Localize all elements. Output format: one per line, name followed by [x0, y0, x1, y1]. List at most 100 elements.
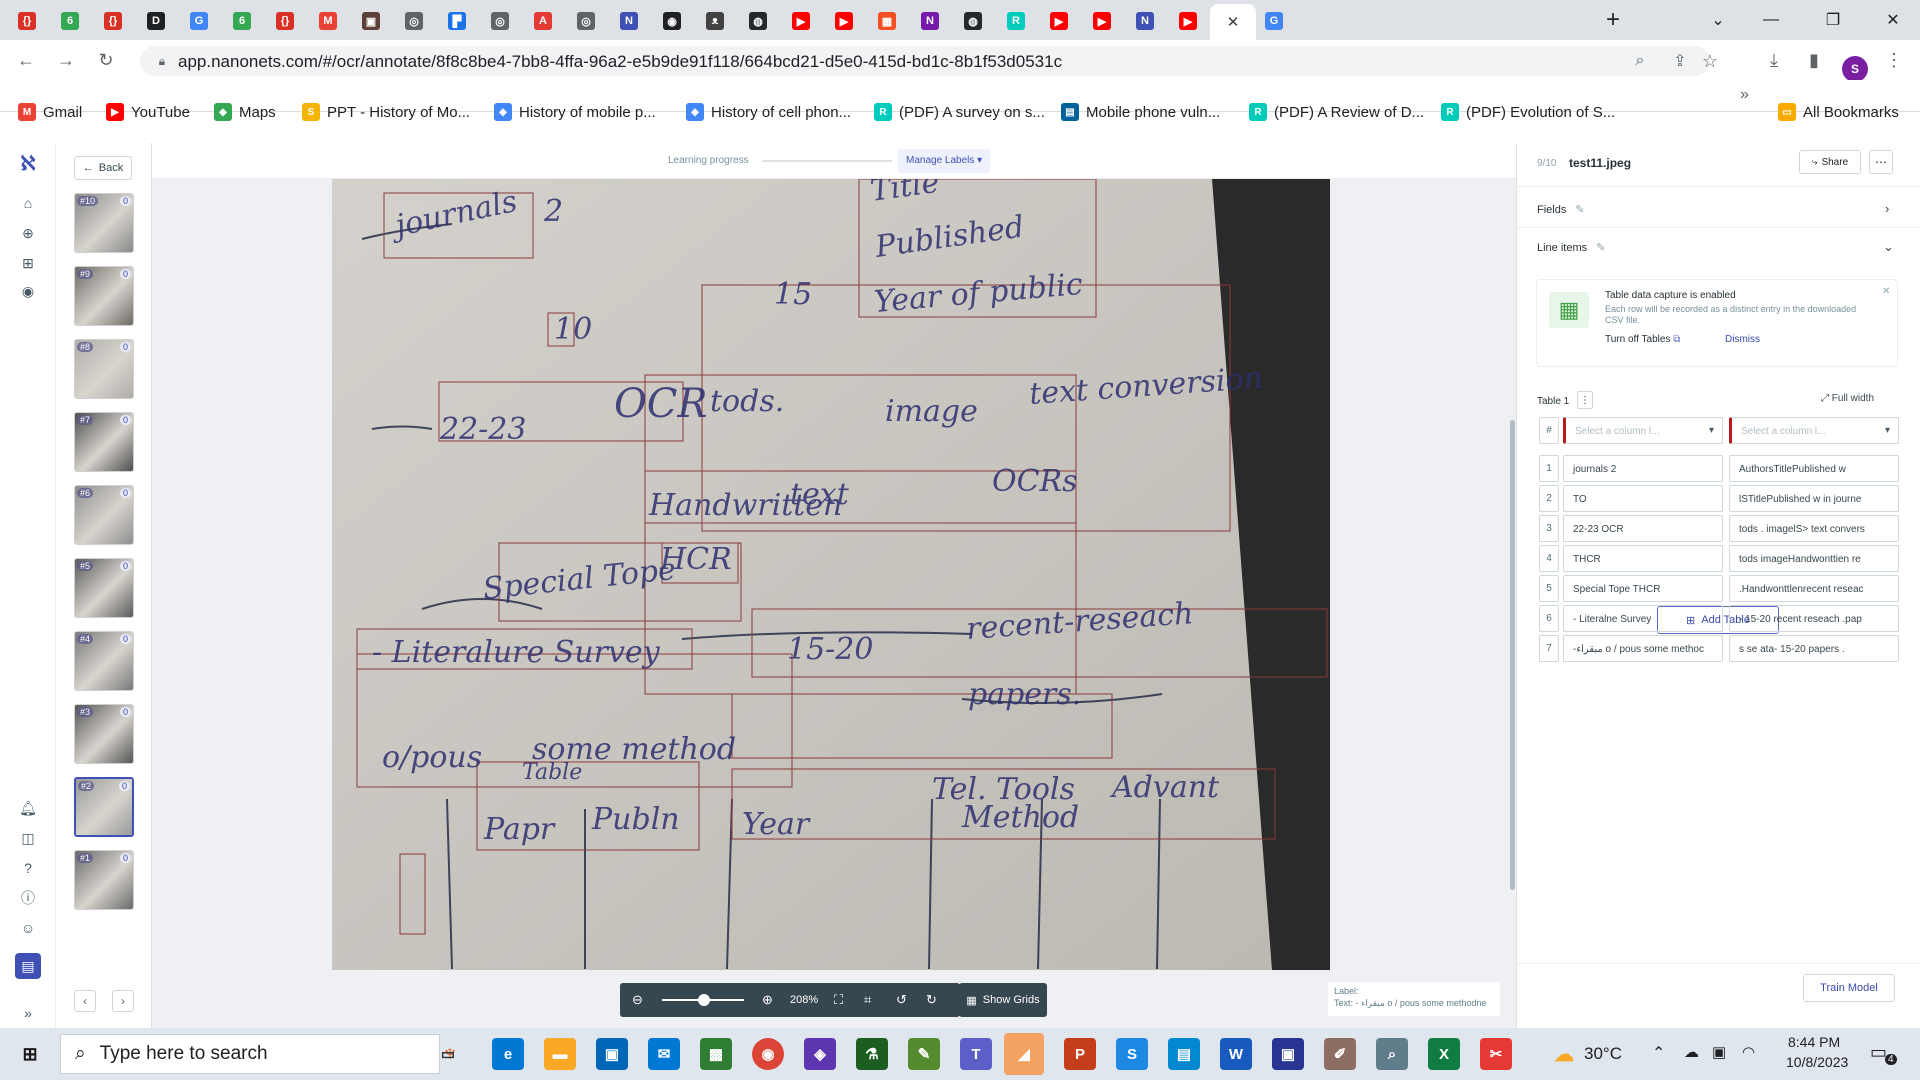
notepad-icon[interactable]: ✐	[1324, 1038, 1356, 1070]
add-circle-icon[interactable]: ⊕	[18, 223, 38, 243]
minimize-icon[interactable]: —	[1748, 0, 1794, 40]
question-circle-icon[interactable]: ⓘ	[18, 888, 38, 908]
close-tab-icon[interactable]: ✕	[1227, 13, 1240, 31]
book-icon[interactable]: ◫	[18, 828, 38, 848]
browser-tab[interactable]: ▶	[1038, 6, 1080, 36]
table-cell-b[interactable]: lSTitlePublished w in journe	[1729, 485, 1899, 512]
expand-rail-icon[interactable]: »	[18, 1003, 38, 1023]
home-icon[interactable]: ⌂	[18, 193, 38, 213]
back-arrow-icon[interactable]: ←	[12, 46, 40, 74]
app-icon[interactable]: ⚗	[856, 1038, 888, 1070]
browser-tab[interactable]: ᴥ	[694, 6, 736, 36]
browser-tab[interactable]: D	[135, 6, 177, 36]
bookmark-6[interactable]: ◈ History of cell phon...	[686, 102, 851, 122]
snipping-tool-icon[interactable]: ✂	[1480, 1038, 1512, 1070]
browser-tab[interactable]: 6	[221, 6, 263, 36]
url-text[interactable]: app.nanonets.com/#/ocr/annotate/8f8c8be4…	[178, 52, 1062, 72]
line-items-header[interactable]: Line items ✎	[1537, 241, 1605, 254]
photos-icon[interactable]: ▩	[700, 1038, 732, 1070]
table-cell-a[interactable]: 22-23 OCR	[1563, 515, 1723, 542]
browser-tab[interactable]: R	[995, 6, 1037, 36]
browser-tab[interactable]: ▣	[350, 6, 392, 36]
bell-icon[interactable]: 🔔︎	[18, 798, 38, 818]
zoom-out-icon[interactable]: ⊖	[632, 992, 643, 1008]
browser-tab[interactable]: ◍	[952, 6, 994, 36]
column-select-a[interactable]: Select a column l... ▾	[1563, 417, 1723, 444]
powerpoint-icon[interactable]: P	[1064, 1038, 1096, 1070]
share-button[interactable]: ⤷ Share	[1799, 150, 1861, 174]
tray-chevron-icon[interactable]: ⌃	[1652, 1043, 1665, 1063]
chevron-down-icon[interactable]: ⌄	[1883, 239, 1894, 255]
bookmark-2[interactable]: ▶ YouTube	[106, 102, 190, 122]
bookmark-7[interactable]: R (PDF) A survey on s...	[874, 102, 1045, 122]
table-cell-a[interactable]: - Literalne Survey	[1563, 605, 1723, 632]
mail-icon[interactable]: ✉	[648, 1038, 680, 1070]
table-cell-b[interactable]: - 15-20 recent reseach .pap	[1729, 605, 1899, 632]
browser-tab[interactable]: {}	[92, 6, 134, 36]
thumbnail-1[interactable]: #1 0	[74, 850, 134, 910]
excel-icon[interactable]: X	[1428, 1038, 1460, 1070]
explore-icon[interactable]: ◉	[18, 281, 38, 301]
active-app-icon[interactable]: ◢	[1004, 1033, 1044, 1075]
table-cell-b[interactable]: tods . imagelS> text convers	[1729, 515, 1899, 542]
dismiss-link[interactable]: Dismiss	[1725, 334, 1760, 345]
table-cell-b[interactable]: s se ata- 15-20 papers .	[1729, 635, 1899, 662]
docs-icon[interactable]: ▤	[15, 953, 41, 979]
browser-tab[interactable]: ◎	[479, 6, 521, 36]
address-bar[interactable]: 🔒︎ app.nanonets.com/#/ocr/annotate/8f8c8…	[140, 46, 1718, 76]
menu-kebab-icon[interactable]: ⋮	[1880, 46, 1908, 74]
tab-search-icon[interactable]: ⌄	[1695, 0, 1741, 40]
zoom-slider-handle[interactable]	[698, 994, 710, 1006]
profile-avatar[interactable]: S	[1842, 56, 1868, 82]
browser-tab[interactable]: N	[1124, 6, 1166, 36]
weather-icon[interactable]: ☁	[1548, 1038, 1580, 1070]
copilot-icon[interactable]: ◈	[804, 1038, 836, 1070]
download-icon[interactable]: ⤓	[1760, 46, 1788, 74]
bookmark-star-icon[interactable]: ☆	[1700, 51, 1720, 71]
browser-tab[interactable]: ▶	[1081, 6, 1123, 36]
next-page-button[interactable]: ›	[112, 990, 134, 1012]
document-image[interactable]: journals 2 10 Title Published Year of pu…	[332, 179, 1330, 970]
zoom-in-icon[interactable]: ⊕	[762, 992, 773, 1008]
wifi-icon[interactable]: ◠	[1742, 1043, 1755, 1061]
table-cell-a[interactable]: Special Tope THCR	[1563, 575, 1723, 602]
edge-icon[interactable]: e	[492, 1038, 524, 1070]
table-cell-b[interactable]: .Handwonttlenrecent reseac	[1729, 575, 1899, 602]
thumbnail-10[interactable]: #10 0	[74, 193, 134, 253]
control-panel-icon[interactable]: ▤	[1168, 1038, 1200, 1070]
task-view-icon[interactable]: ▭	[432, 1038, 464, 1070]
table-cell-a[interactable]: -مبقراء o / pous some methoc	[1563, 635, 1723, 662]
teams-icon[interactable]: T	[960, 1038, 992, 1070]
browser-tab[interactable]: N	[909, 6, 951, 36]
account-icon[interactable]: ☺	[18, 918, 38, 938]
browser-tab[interactable]: ▶	[1167, 6, 1209, 36]
browser-tab[interactable]: M	[307, 6, 349, 36]
browser-tab[interactable]: A	[522, 6, 564, 36]
browser-tab[interactable]: ▛	[436, 6, 478, 36]
forward-arrow-icon[interactable]: →	[52, 46, 80, 74]
rotate-right-icon[interactable]: ↻	[926, 992, 937, 1008]
back-button[interactable]: ← Back	[74, 156, 132, 180]
network-icon[interactable]: ☁	[1684, 1043, 1699, 1061]
edit-pencil-icon[interactable]: ✎	[1596, 242, 1605, 254]
table-options-icon[interactable]: ⋮	[1577, 391, 1593, 409]
bookmark-9[interactable]: R (PDF) A Review of D...	[1249, 102, 1424, 122]
chrome-icon[interactable]: ◉	[752, 1038, 784, 1070]
apps-grid-icon[interactable]: ⊞	[18, 253, 38, 273]
thumbnail-3[interactable]: #3 0	[74, 704, 134, 764]
browser-tab[interactable]: ◎	[565, 6, 607, 36]
nanonets-logo-icon[interactable]: ℵ	[18, 153, 38, 175]
more-options-icon[interactable]: ⋯	[1869, 150, 1893, 174]
table-cell-a[interactable]: journals 2	[1563, 455, 1723, 482]
fields-header[interactable]: Fields ✎	[1537, 203, 1585, 216]
close-notice-icon[interactable]: ✕	[1882, 286, 1890, 297]
new-tab-icon[interactable]: +	[1590, 0, 1636, 40]
browser-tab[interactable]: G	[178, 6, 220, 36]
magnifier-icon[interactable]: ⌕	[1376, 1038, 1408, 1070]
chevron-right-icon[interactable]: ›	[1885, 201, 1889, 216]
browser-tab[interactable]: ▦	[866, 6, 908, 36]
bookmark-8[interactable]: ▤ Mobile phone vuln...	[1061, 102, 1220, 122]
reload-icon[interactable]: ↻	[92, 46, 120, 74]
column-select-b[interactable]: Select a column l... ▾	[1729, 417, 1899, 444]
thumbnail-4[interactable]: #4 0	[74, 631, 134, 691]
